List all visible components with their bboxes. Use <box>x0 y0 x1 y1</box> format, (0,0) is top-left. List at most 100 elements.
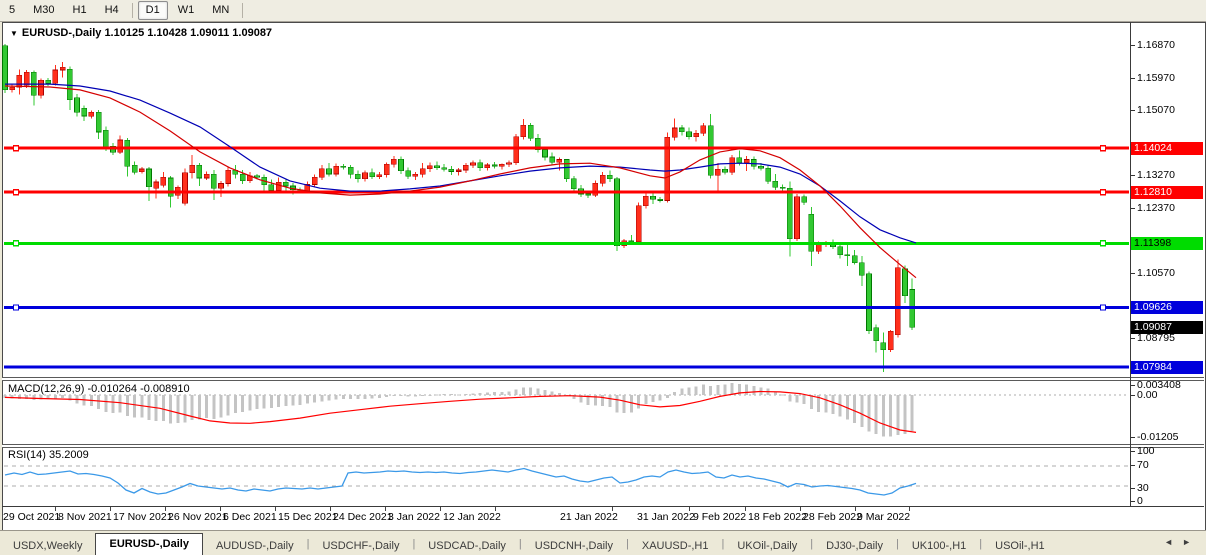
macd-histogram-bar <box>630 395 633 412</box>
candle <box>802 197 807 202</box>
macd-histogram-bar <box>673 392 676 395</box>
pane-separator-macd-rsi[interactable] <box>2 444 1204 448</box>
macd-histogram-bar <box>724 385 727 395</box>
macd-histogram-bar <box>234 395 237 413</box>
candle <box>485 165 490 168</box>
date-label-12-Jan-2022: 12 Jan 2022 <box>443 511 501 523</box>
macd-histogram-bar <box>277 395 280 407</box>
hline-handle[interactable] <box>14 305 19 310</box>
tab-dj30-daily[interactable]: DJ30-,Daily <box>813 536 896 555</box>
date-label-21-Jan-2022: 21 Jan 2022 <box>560 511 618 523</box>
candle <box>355 174 360 178</box>
date-label-29-Oct-2021: 29 Oct 2021 <box>3 511 60 523</box>
tab-usdchf-daily[interactable]: USDCHF-,Daily <box>309 536 412 555</box>
candle <box>550 157 555 162</box>
candle <box>759 166 764 168</box>
chart-title-text: EURUSD-,Daily 1.10125 1.10428 1.09011 1.… <box>22 27 272 39</box>
candle <box>39 80 44 95</box>
macd-histogram-bar <box>335 395 338 400</box>
macd-histogram-bar <box>464 394 467 395</box>
hline-handle[interactable] <box>1101 190 1106 195</box>
macd-histogram-bar <box>342 395 345 399</box>
macd-histogram-bar <box>212 395 215 419</box>
macd-histogram-bar <box>904 395 907 434</box>
macd-histogram-bar <box>61 395 64 398</box>
candle <box>384 164 389 175</box>
macd-histogram-bar <box>32 395 35 400</box>
candle <box>463 165 468 170</box>
tab-eurusd-daily[interactable]: EURUSD-,Daily <box>95 533 202 555</box>
candle <box>888 331 893 349</box>
candle <box>852 256 857 263</box>
rsi-axis-label-100-tick <box>1131 451 1135 452</box>
candle <box>399 159 404 171</box>
candle <box>543 150 548 157</box>
macd-histogram-bar <box>508 392 511 395</box>
price-label-1.10570: 1.10570 <box>1137 267 1175 279</box>
macd-histogram-bar <box>421 395 424 396</box>
tab-usdcnh-daily[interactable]: USDCNH-,Daily <box>522 536 626 555</box>
candle <box>607 175 612 179</box>
macd-histogram-bar <box>292 395 295 405</box>
moving-average-slow <box>5 84 916 243</box>
candle <box>780 187 785 188</box>
candle <box>370 173 375 177</box>
candle <box>276 182 281 190</box>
rsi-indicator-label: RSI(14) 35.2009 <box>8 449 89 461</box>
candle <box>341 166 346 167</box>
hline-handle[interactable] <box>14 190 19 195</box>
candle <box>672 128 677 137</box>
tab-audusd-daily[interactable]: AUDUSD-,Daily <box>203 536 307 555</box>
macd-histogram-bar <box>248 395 251 410</box>
hline-handle[interactable] <box>1101 305 1106 310</box>
tab-usdcad-daily[interactable]: USDCAD-,Daily <box>415 536 519 555</box>
macd-histogram-bar <box>788 395 791 401</box>
date-label-9-Mar-2022: 9 Mar 2022 <box>857 511 910 523</box>
candle <box>787 188 792 239</box>
tab-ukoil-daily[interactable]: UKOil-,Daily <box>724 536 810 555</box>
candle <box>204 174 209 178</box>
tab-scroll-right-icon[interactable]: ► <box>1182 537 1200 547</box>
macd-histogram-bar <box>702 385 705 395</box>
candle <box>723 169 728 172</box>
macd-histogram-bar <box>752 386 755 395</box>
candle <box>730 158 735 172</box>
candle <box>132 165 137 172</box>
hline-handle[interactable] <box>1101 241 1106 246</box>
macd-histogram-bar <box>320 395 323 401</box>
candle <box>766 168 771 181</box>
candle <box>334 166 339 174</box>
tab-scroll-left-icon[interactable]: ◄ <box>1164 537 1182 547</box>
hline-handle[interactable] <box>1101 146 1106 151</box>
candle <box>874 328 879 341</box>
macd-histogram-bar <box>54 395 57 398</box>
candle <box>147 169 152 187</box>
macd-histogram-bar <box>680 389 683 395</box>
candle <box>708 126 713 175</box>
macd-histogram-bar <box>385 395 388 397</box>
pane-separator-main-macd[interactable] <box>2 377 1204 381</box>
tab-usdx-weekly[interactable]: USDX,Weekly <box>0 536 95 555</box>
macd-histogram-bar <box>306 395 309 404</box>
macd-histogram-bar <box>796 395 799 403</box>
macd-histogram-bar <box>803 395 806 404</box>
candle <box>636 206 641 242</box>
tab-uk100-h1[interactable]: UK100-,H1 <box>899 536 979 555</box>
price-label-1.08795-tick <box>1131 338 1135 339</box>
rsi-axis-label-0: 0 <box>1137 495 1143 507</box>
hline-handle[interactable] <box>14 146 19 151</box>
candle <box>75 98 80 112</box>
date-label-28-Feb-2022: 28 Feb 2022 <box>803 511 862 523</box>
symbol-dropdown-icon[interactable]: ▼ <box>10 29 18 38</box>
candle <box>571 179 576 189</box>
candle <box>615 179 620 246</box>
candle <box>456 170 461 171</box>
tab-xauusd-h1[interactable]: XAUUSD-,H1 <box>629 536 722 555</box>
macd-histogram-bar <box>652 395 655 402</box>
candle <box>600 175 605 183</box>
tab-usoil-h1[interactable]: USOil-,H1 <box>982 536 1058 555</box>
price-badge-1.12810: 1.12810 <box>1131 186 1203 199</box>
hline-handle[interactable] <box>14 241 19 246</box>
candle <box>413 174 418 176</box>
price-label-1.15970: 1.15970 <box>1137 72 1175 84</box>
